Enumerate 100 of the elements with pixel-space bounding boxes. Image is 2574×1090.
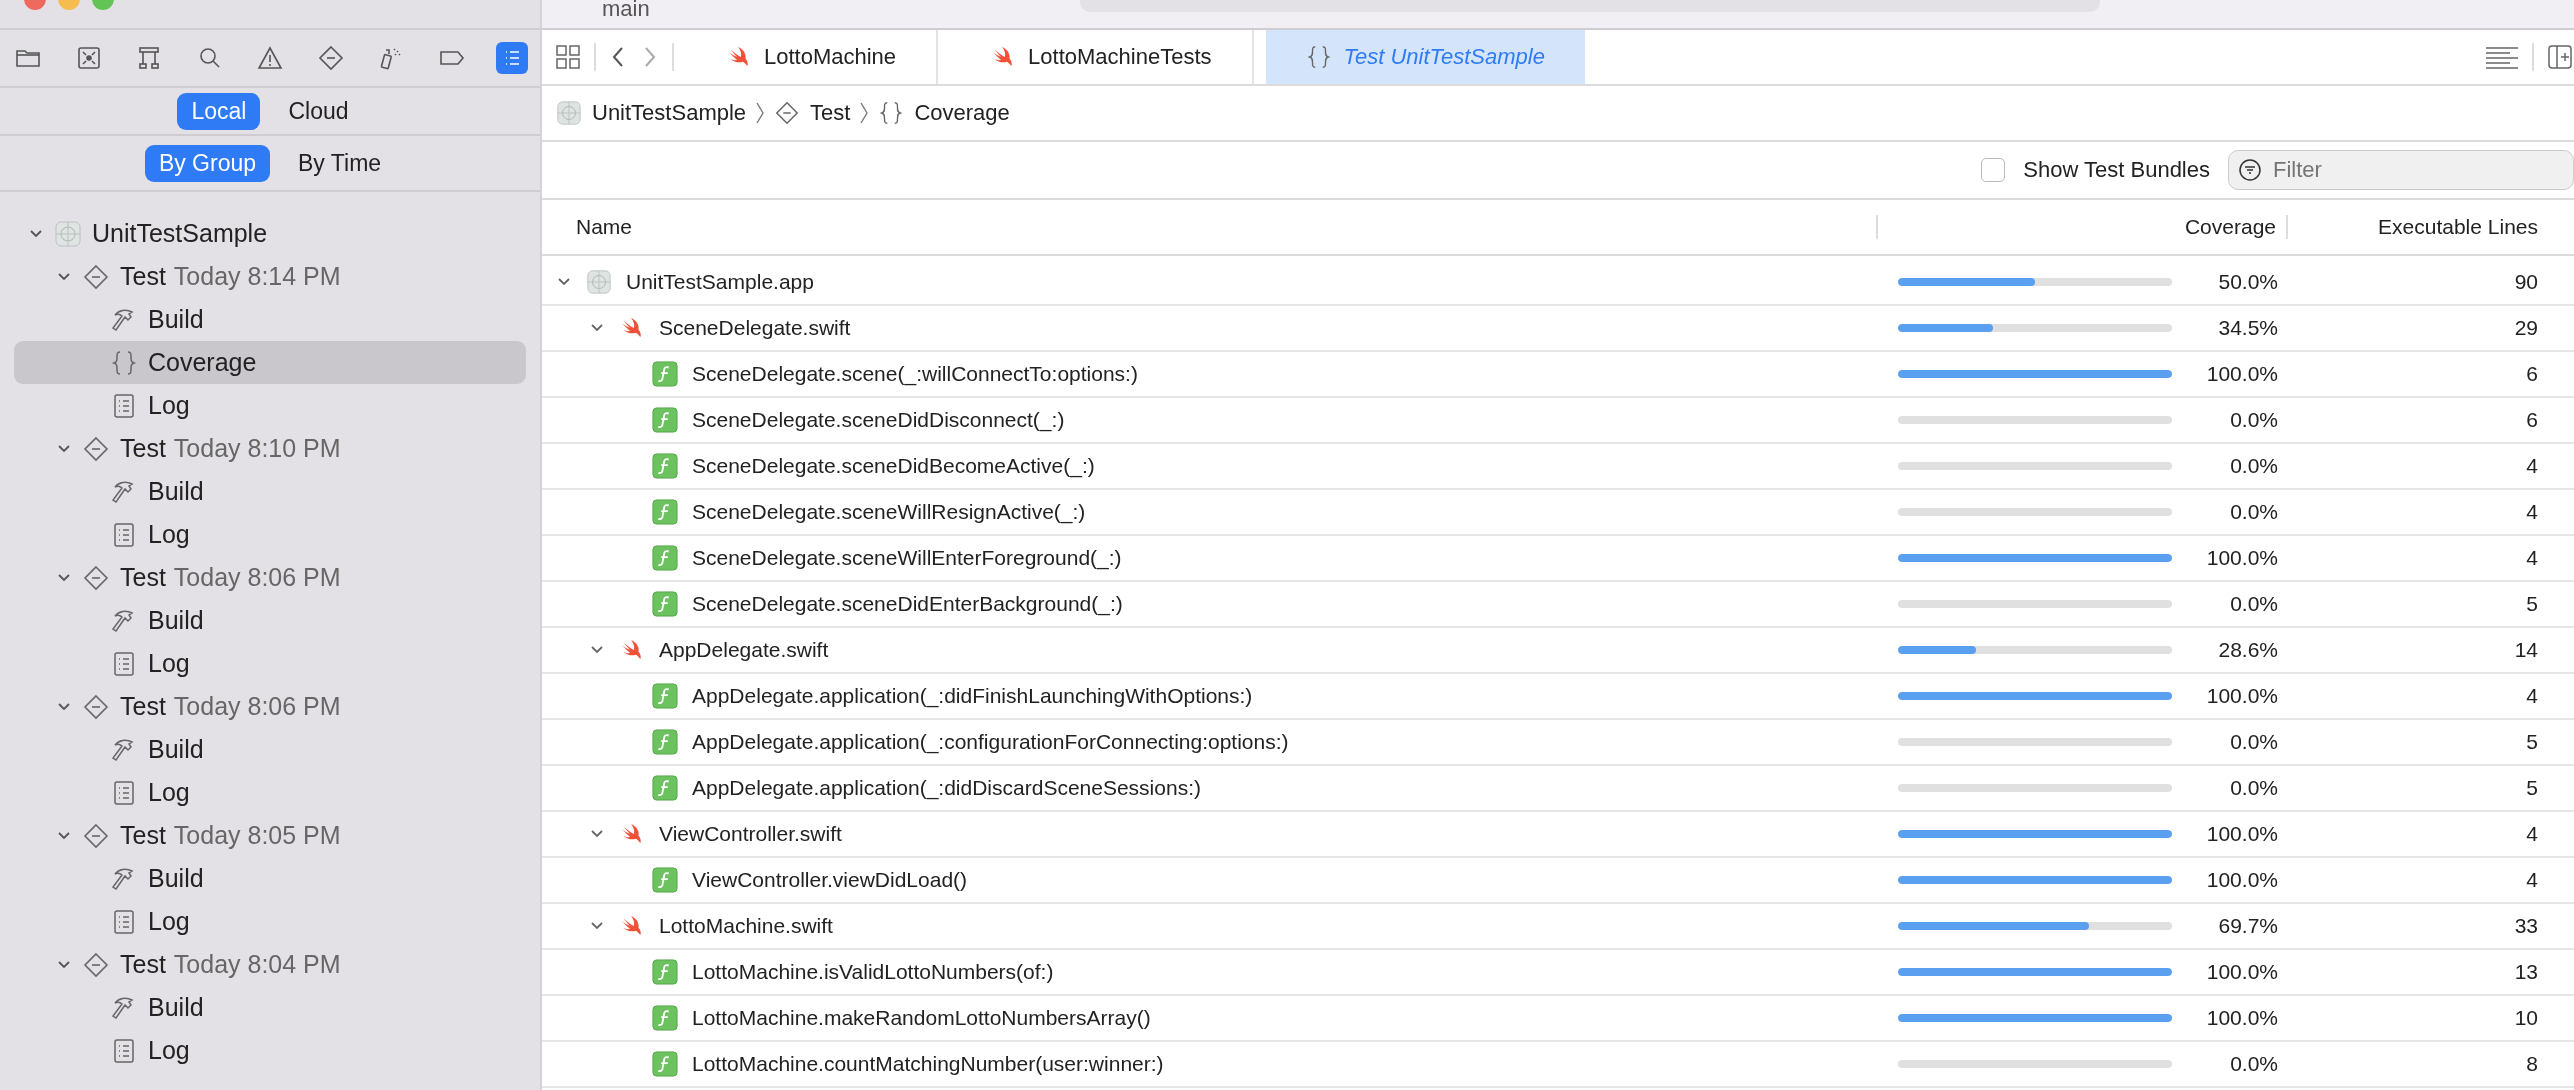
tree-item[interactable]: Test Today 8:14 PM xyxy=(14,255,526,298)
tree-item[interactable]: Log xyxy=(14,900,526,943)
tree-item[interactable]: Build xyxy=(14,599,526,642)
tree-item[interactable]: Build xyxy=(14,728,526,771)
tree-item[interactable]: Log xyxy=(14,642,526,685)
editor-tab[interactable]: LottoMachine xyxy=(686,30,939,84)
name-cell: AppDelegate.swift xyxy=(659,638,829,662)
tree-item[interactable]: Log xyxy=(14,1029,526,1072)
coverage-percent: 0.0% xyxy=(2229,730,2279,754)
executable-lines-cell-text: 5 xyxy=(2525,776,2538,800)
coverage-percent: 50.0% xyxy=(2217,270,2279,294)
function-icon xyxy=(652,545,678,571)
braces-icon xyxy=(110,348,138,377)
coverage-percent: 0.0% xyxy=(2229,1052,2279,1076)
name-cell: SceneDelegate.sceneDidEnterBackground(_:) xyxy=(692,592,1123,616)
breadcrumb-item[interactable]: UnitTestSample xyxy=(556,100,747,126)
function-icon xyxy=(652,407,678,433)
name-cell: AppDelegate.application(_:didDiscardSceneSessions:) xyxy=(692,776,1201,800)
report-navigator-icon[interactable] xyxy=(496,42,528,74)
executable-lines-cell-text: 10 xyxy=(2513,1006,2538,1030)
function-icon xyxy=(652,867,678,893)
name-cell: ViewController.viewDidLoad() xyxy=(692,868,968,892)
executable-lines-cell-text: 14 xyxy=(2513,638,2538,662)
segment-button[interactable]: By Time xyxy=(284,144,396,182)
filter-field[interactable]: Filter xyxy=(2228,150,2574,190)
name-cell: UnitTestSample.app xyxy=(626,270,814,294)
executable-lines-cell-text: 5 xyxy=(2525,730,2538,754)
coverage-percent: 0.0% xyxy=(2229,408,2279,432)
test-diamond-icon xyxy=(82,692,110,721)
grid-icon[interactable] xyxy=(554,43,582,71)
test-diamond-icon xyxy=(774,100,801,126)
executable-lines-cell-text: 6 xyxy=(2525,408,2538,432)
coverage-percent: 100.0% xyxy=(2205,684,2279,708)
tree-item[interactable]: Test Today 8:04 PM xyxy=(14,943,526,986)
name-cell: SceneDelegate.sceneDidBecomeActive(_:) xyxy=(692,454,1095,478)
executable-lines-cell-text: 13 xyxy=(2513,960,2538,984)
function-icon xyxy=(652,453,678,479)
test-diamond-icon xyxy=(82,434,110,463)
executable-lines-cell-text: 6 xyxy=(2525,362,2538,386)
column-header[interactable]: Name xyxy=(542,215,1878,239)
function-icon xyxy=(652,1051,678,1077)
tree-item[interactable]: Test Today 8:05 PM xyxy=(14,814,526,857)
executable-lines-cell-text: 4 xyxy=(2525,822,2538,846)
name-cell: LottoMachine.countMatchingNumber(user:winner:) xyxy=(692,1052,1164,1076)
segment-button[interactable]: Cloud xyxy=(274,92,363,130)
column-header[interactable]: Executable Lines xyxy=(2288,215,2538,239)
tree-item[interactable]: Log xyxy=(14,771,526,814)
name-cell: ViewController.swift xyxy=(659,822,842,846)
name-cell: SceneDelegate.scene(_:willConnectTo:options:) xyxy=(692,362,1138,386)
name-cell: SceneDelegate.sceneWillEnterForeground(_:) xyxy=(692,546,1122,570)
segment-button[interactable]: Local xyxy=(177,92,261,130)
executable-lines-cell-text: 4 xyxy=(2525,454,2538,478)
function-icon xyxy=(652,591,678,617)
coverage-percent: 0.0% xyxy=(2229,500,2279,524)
executable-lines-cell-text: 29 xyxy=(2513,316,2538,340)
segment-button[interactable]: By Group xyxy=(144,144,271,182)
function-icon xyxy=(652,775,678,801)
coverage-percent: 100.0% xyxy=(2205,960,2279,984)
tree-item[interactable]: Build xyxy=(14,470,526,513)
tree-item[interactable]: Test Today 8:10 PM xyxy=(14,427,526,470)
show-test-bundles-checkbox[interactable]: Show Test Bundles xyxy=(1981,157,2210,183)
executable-lines-cell-text: 33 xyxy=(2513,914,2538,938)
coverage-percent: 0.0% xyxy=(2229,454,2279,478)
tree-item[interactable]: UnitTestSample xyxy=(14,212,526,255)
coverage-percent: 100.0% xyxy=(2205,362,2279,386)
coverage-percent: 69.7% xyxy=(2217,914,2279,938)
test-diamond-icon xyxy=(82,563,110,592)
executable-lines-cell-text: 4 xyxy=(2525,684,2538,708)
name-cell: LottoMachine.makeRandomLottoNumbersArray() xyxy=(692,1006,1151,1030)
tree-item[interactable]: Coverage xyxy=(14,341,526,384)
breadcrumb-item[interactable]: Coverage xyxy=(878,100,1010,126)
tree-item[interactable]: Log xyxy=(14,513,526,556)
function-icon xyxy=(652,1005,678,1031)
filter-icon xyxy=(2238,158,2262,182)
breadcrumb-item[interactable]: Test xyxy=(774,100,851,126)
tree-item[interactable]: Test Today 8:06 PM xyxy=(14,685,526,728)
tree-item[interactable]: Build xyxy=(14,857,526,900)
name-cell: LottoMachine.isValidLottoNumbers(of:) xyxy=(692,960,1054,984)
editor-tab[interactable]: LottoMachineTests xyxy=(950,30,1254,84)
tree-item[interactable]: Build xyxy=(14,986,526,1029)
test-diamond-icon xyxy=(82,821,110,850)
coverage-percent: 34.5% xyxy=(2217,316,2279,340)
executable-lines-cell-text: 4 xyxy=(2525,546,2538,570)
executable-lines-cell-text: 90 xyxy=(2513,270,2538,294)
column-header[interactable]: Coverage xyxy=(1878,215,2288,239)
coverage-percent: 100.0% xyxy=(2205,868,2279,892)
name-cell: SceneDelegate.sceneDidDisconnect(_:) xyxy=(692,408,1065,432)
tree-item[interactable]: Build xyxy=(14,298,526,341)
function-icon xyxy=(652,959,678,985)
executable-lines-cell-text: 8 xyxy=(2525,1052,2538,1076)
app-project-icon xyxy=(586,269,612,295)
function-icon xyxy=(652,361,678,387)
tree-item[interactable]: Log xyxy=(14,384,526,427)
name-cell: SceneDelegate.sceneWillResignActive(_:) xyxy=(692,500,1086,524)
tree-item[interactable]: Test Today 8:06 PM xyxy=(14,556,526,599)
executable-lines-cell-text: 4 xyxy=(2525,500,2538,524)
app-project-icon xyxy=(556,100,582,126)
add-editor-icon[interactable] xyxy=(2546,43,2574,71)
name-cell: AppDelegate.application(_:configurationForConnecting:options:) xyxy=(692,730,1289,754)
coverage-percent: 0.0% xyxy=(2229,592,2279,616)
